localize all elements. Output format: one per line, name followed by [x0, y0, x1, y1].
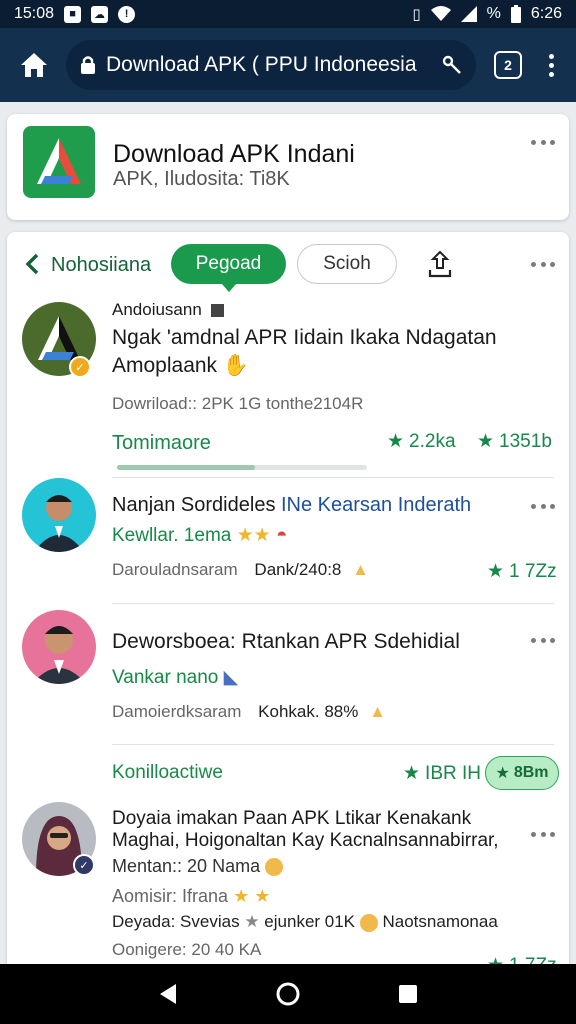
stat-rating: ★ 2.2ka — [387, 430, 456, 453]
post-more-button[interactable] — [531, 830, 555, 838]
share-icon[interactable] — [427, 250, 453, 278]
post-subtitle: Vankar nano ◣ — [112, 667, 239, 688]
app-title: Download APK Indani — [113, 140, 355, 168]
star-rating-icon: ★ ★ — [233, 886, 271, 906]
divider — [112, 744, 554, 745]
home-icon — [21, 53, 47, 77]
status-time: 15:08 — [14, 5, 55, 22]
recents-icon[interactable] — [398, 984, 418, 1004]
post-detail: Aomisir: Ifrana ★ ★ — [112, 886, 271, 906]
filter-more-button[interactable] — [531, 260, 555, 268]
download-progress-fill — [117, 465, 255, 470]
app-header-card: Download APK Indani APK, Iludosita: Ti8K — [7, 114, 569, 220]
overflow-menu-button[interactable] — [536, 45, 566, 85]
tab-popular[interactable]: Pegoad — [171, 244, 286, 292]
stat-downloads: ★ 1351b — [477, 430, 552, 453]
app-logo — [23, 126, 95, 198]
battery-icon — [510, 5, 521, 23]
post-title-line2: Maghai, Hoigonaltan Kay Kacnalnsannabirr… — [112, 830, 499, 851]
divider — [112, 603, 554, 604]
section-title[interactable]: Nohosiiana — [51, 254, 151, 277]
post-detail: Mentan:: 20 Nama — [112, 856, 284, 877]
post-title: Doyaia imakan Paan APK Ltikar Kenakank — [112, 808, 472, 829]
post-title-line2: Amoplaank ✋ — [112, 354, 250, 377]
download-progress — [117, 465, 367, 470]
post-more-button[interactable] — [531, 502, 555, 510]
app-card-more-button[interactable] — [531, 138, 555, 146]
page-title-in-address: Download APK ( PPU Indoneesia — [106, 53, 417, 76]
feed-card: Nohosiiana Pegoad Scioh ✓ Andoiusann Nga… — [7, 232, 569, 972]
stat-rating: ★1 7Zz — [487, 560, 557, 583]
hand-emoji-icon: ✋ — [222, 354, 250, 377]
key-icon[interactable] — [442, 55, 462, 75]
star-icon: ★ — [403, 763, 421, 784]
back-icon[interactable] — [158, 983, 178, 1005]
wifi-icon — [430, 6, 451, 21]
post-title: Deworsboea: Rtankan APR Sdehidial — [112, 630, 460, 653]
post-link[interactable]: Tomimaore — [112, 432, 211, 455]
system-nav-bar — [0, 964, 576, 1024]
post-meta: Darouladnsaram Dank/240:8 ▲ — [112, 560, 369, 579]
vibrate-icon: ▯ — [412, 6, 421, 23]
post-link[interactable]: Konilloactiwe — [112, 762, 223, 784]
post-meta: Dowriload:: 2PK 1G tonthe2104R — [112, 394, 364, 413]
browser-toolbar: Download APK ( PPU Indoneesia 2 — [0, 28, 576, 102]
bell-emoji-icon: ▲ — [369, 702, 386, 721]
star-icon: ★ — [487, 561, 505, 582]
status-clock-right: 6:26 — [530, 5, 562, 22]
post-detail: Deyada: Svevias ★ ejunker 01K Naotsnamon… — [112, 912, 498, 932]
tab-search[interactable]: Scioh — [297, 244, 397, 284]
back-chevron-icon[interactable] — [23, 252, 43, 276]
post-title: Ngak 'amdnal APR Iidain Ikaka Ndagatan — [112, 326, 497, 349]
stat-rating: ★ IBR IH — [403, 762, 481, 785]
flag-icon — [210, 304, 224, 318]
cloud-icon: ☁ — [91, 5, 109, 23]
home-button[interactable] — [10, 41, 58, 89]
avatar — [22, 478, 96, 552]
flag-emoji-icon: ◓ — [275, 525, 288, 546]
lock-icon — [81, 56, 95, 74]
shield-icon: ! — [118, 5, 136, 23]
post-detail: Oonigere: 20 40 KA — [112, 940, 262, 959]
address-bar[interactable]: Download APK ( PPU Indoneesia — [66, 40, 476, 90]
app-subtitle: APK, Iludosita: Ti8K — [113, 168, 290, 190]
status-bar: 15:08 ■ ☁ ! ▯ % 6:26 — [0, 0, 576, 28]
smile-emoji-icon — [265, 858, 284, 877]
battery-label: % — [486, 5, 501, 22]
star-icon: ★ — [477, 431, 495, 452]
star-icon: ★ — [495, 765, 510, 782]
bell-emoji-icon: ▲ — [352, 560, 369, 579]
rating-pill-button[interactable]: ★ 8Bm — [485, 756, 559, 790]
post-author: Nanjan Sordideles INe Kearsan Inderath — [112, 494, 472, 516]
filter-row: Nohosiiana Pegoad Scioh — [7, 232, 569, 296]
post-more-button[interactable] — [531, 636, 555, 644]
smile-emoji-icon — [359, 913, 378, 932]
verified-badge-icon: ✓ — [69, 356, 91, 378]
star-icon: ★ — [387, 431, 405, 452]
signal-icon — [460, 6, 477, 22]
post-subtitle: Kewllar. 1ema ★★ ◓ — [112, 525, 288, 546]
home-circle-icon[interactable] — [275, 981, 301, 1007]
notification-icon: ■ — [64, 5, 82, 23]
divider — [112, 477, 554, 478]
avatar — [22, 610, 96, 684]
tab-switcher-button[interactable]: 2 — [494, 51, 522, 79]
post-author: Andoiusann — [112, 300, 224, 320]
verified-badge-icon: ✓ — [73, 854, 95, 876]
post-meta: Damoierdksaram Kohkak. 88% ▲ — [112, 702, 386, 721]
tag-icon: ◣ — [223, 667, 239, 688]
star-rating-icon: ★★ — [236, 525, 271, 546]
star-icon: ★ — [244, 912, 260, 931]
